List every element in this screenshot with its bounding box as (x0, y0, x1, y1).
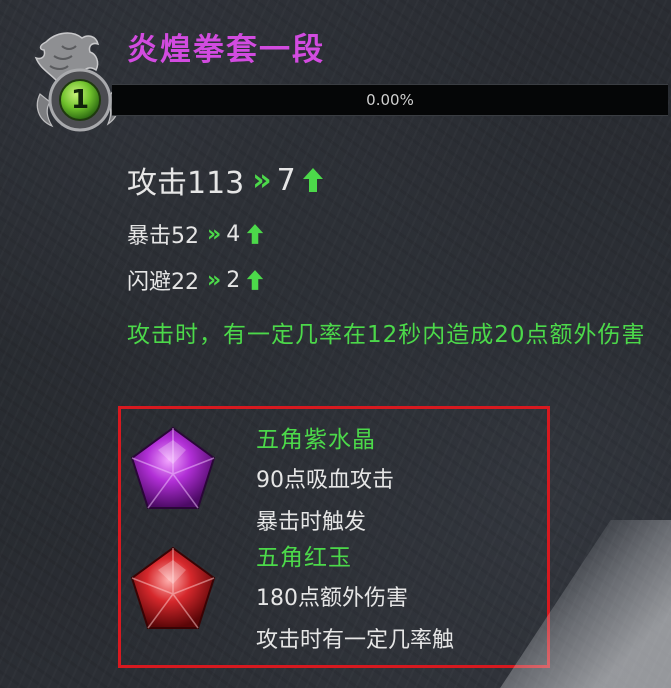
stat-row-crit: 暴击52 » 4 (127, 218, 264, 250)
gem-trigger: 攻击时有一定几率触 (256, 628, 455, 653)
stat-label: 攻击113 (127, 166, 245, 201)
gem-name: 五角红玉 (256, 545, 352, 571)
stat-increase: 7 (276, 162, 296, 198)
stat-increase: 4 (226, 221, 241, 247)
progress-text: 0.00% (366, 91, 414, 109)
red-pentagon-gem-icon (130, 546, 216, 629)
stat-increase: 2 (226, 267, 241, 293)
chevron-right-icon: » (207, 267, 221, 293)
item-level: 1 (70, 85, 90, 115)
gem-effect: 90点吸血攻击 (256, 468, 394, 493)
gem-effect: 180点额外伤害 (256, 586, 408, 611)
item-tooltip-panel: 1 炎煌拳套一段 0.00% 攻击113 » 7 暴击52 » 4 闪避22 »… (0, 0, 671, 688)
chevron-right-icon: » (207, 221, 221, 247)
enhance-progress-bar: 0.00% (112, 84, 668, 116)
item-title: 炎煌拳套一段 (127, 32, 325, 68)
purple-pentagon-gem-icon (130, 426, 216, 509)
gem-name: 五角紫水晶 (256, 427, 376, 453)
chevron-right-icon: » (252, 162, 271, 198)
gem-trigger: 暴击时触发 (256, 510, 367, 535)
up-arrow-icon (302, 168, 323, 192)
stat-row-dodge: 闪避22 » 2 (127, 264, 264, 296)
stat-label: 暴击52 (127, 224, 199, 249)
up-arrow-icon (247, 270, 264, 290)
up-arrow-icon (247, 224, 264, 244)
stat-row-attack: 攻击113 » 7 (127, 158, 324, 202)
stat-label: 闪避22 (127, 270, 199, 295)
effect-description: 攻击时，有一定几率在12秒内造成20点额外伤害 (127, 322, 646, 348)
